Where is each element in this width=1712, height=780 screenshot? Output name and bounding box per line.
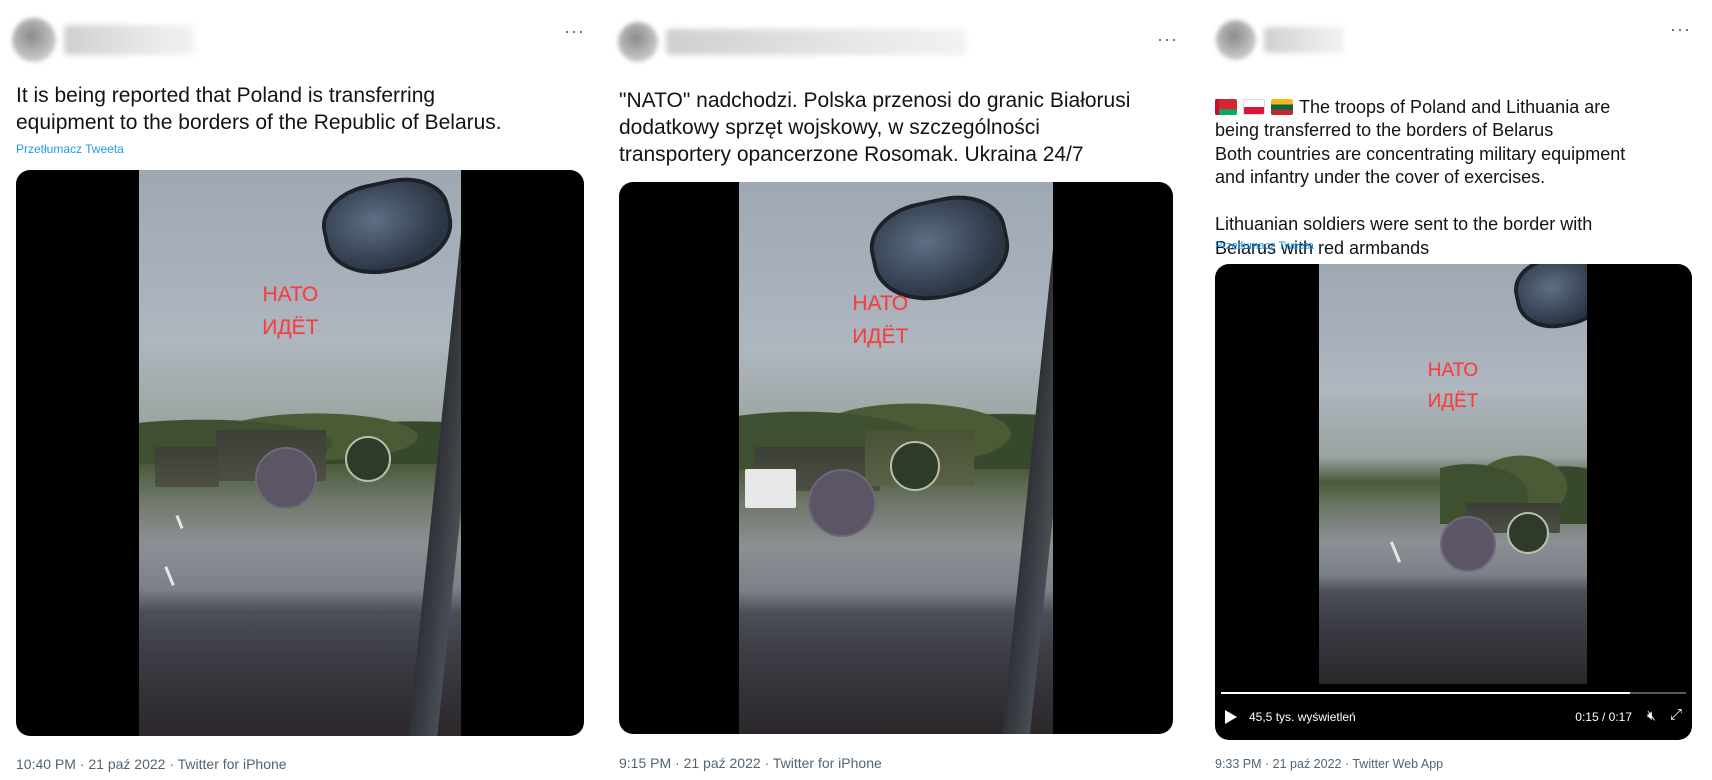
- view-count: 45,5 tys. wyświetleń: [1249, 710, 1356, 724]
- fullscreen-icon[interactable]: ⤢: [1670, 706, 1682, 723]
- video-overlay-text: НАТО ИДЁТ: [1407, 356, 1498, 417]
- tweet-text-rest: being transferred to the borders of Bela…: [1215, 120, 1626, 258]
- more-options-icon[interactable]: ···: [564, 22, 585, 40]
- video-time: 0:15 / 0:17: [1575, 710, 1632, 724]
- overlay-line-2: ИДЁТ: [262, 316, 319, 340]
- video-frame: НАТО ИДЁТ: [139, 170, 461, 736]
- military-trucks: [155, 447, 220, 487]
- tweet-3: ··· The troops of Poland and Lithuania a…: [1208, 0, 1712, 780]
- video-progress-bar[interactable]: [1221, 692, 1686, 694]
- avatar[interactable]: [618, 22, 658, 62]
- video-frame: НАТО ИДЁТ: [1319, 264, 1587, 684]
- video-frame: НАТО ИДЁТ: [739, 182, 1053, 734]
- author-header[interactable]: [1216, 20, 1344, 60]
- overlay-line-2: ИДЁТ: [852, 325, 909, 349]
- tweet-2: ··· "NATO" nadchodzi. Polska przenosi do…: [604, 0, 1204, 780]
- video-controls: 45,5 tys. wyświetleń 0:15 / 0:17 🔇︎ ⤢: [1215, 684, 1692, 740]
- translate-tweet-link[interactable]: Przetłumacz Tweeta: [16, 142, 124, 156]
- windshield-sticker: [345, 436, 392, 483]
- windshield-sticker: [1439, 516, 1496, 572]
- tweet-timestamp[interactable]: 10:40 PM · 21 paź 2022 · Twitter for iPh…: [16, 756, 287, 772]
- translate-tweet-link[interactable]: Przetłumacz Tweeta: [1215, 240, 1314, 252]
- windshield-sticker: [808, 469, 877, 538]
- overlay-line-2: ИДЁТ: [1427, 390, 1479, 412]
- video-progress-fill: [1221, 692, 1631, 694]
- video-player[interactable]: НАТО ИДЁТ: [16, 170, 584, 736]
- lithuania-flag-icon: [1271, 98, 1293, 115]
- rear-view-mirror: [314, 170, 460, 285]
- mute-icon[interactable]: 🔇︎: [1647, 707, 1656, 724]
- tweet-timestamp[interactable]: 9:33 PM · 21 paź 2022 · Twitter Web App: [1215, 757, 1443, 771]
- author-name-blurred: [64, 25, 194, 55]
- video-player[interactable]: НАТО ИДЁТ: [619, 182, 1173, 734]
- author-header[interactable]: [12, 18, 194, 62]
- windshield-sticker: [889, 441, 940, 492]
- road-marking: [175, 515, 184, 530]
- more-options-icon[interactable]: ···: [1670, 20, 1691, 38]
- windshield-sticker: [1506, 511, 1549, 554]
- poland-flag-icon: [1243, 98, 1265, 115]
- overlay-line-1: НАТО: [262, 282, 319, 306]
- tweet-text: It is being reported that Poland is tran…: [16, 84, 502, 134]
- author-name-blurred: [666, 29, 966, 55]
- tweet-text-line-1: The troops of Poland and Lithuania are: [1299, 96, 1611, 117]
- road-marking: [1390, 541, 1402, 563]
- overlay-line-1: НАТО: [852, 291, 909, 315]
- avatar[interactable]: [1216, 20, 1256, 60]
- windshield-sticker: [254, 447, 317, 510]
- white-car: [745, 469, 796, 508]
- video-overlay-text: НАТО ИДЁТ: [833, 287, 927, 354]
- video-overlay-text: НАТО ИДЁТ: [242, 278, 339, 345]
- video-player[interactable]: НАТО ИДЁТ 45,5 tys. wyświetleń 0:15 / 0:…: [1215, 264, 1692, 740]
- road-marking: [164, 566, 175, 587]
- overlay-line-1: НАТО: [1427, 360, 1479, 382]
- tweet-text: "NATO" nadchodzi. Polska przenosi do gra…: [619, 89, 1131, 166]
- author-name-blurred: [1264, 27, 1344, 53]
- more-options-icon[interactable]: ···: [1157, 30, 1178, 48]
- tweet-timestamp[interactable]: 9:15 PM · 21 paź 2022 · Twitter for iPho…: [619, 755, 882, 771]
- belarus-flag-icon: [1215, 98, 1237, 115]
- rear-view-mirror: [1508, 264, 1587, 336]
- author-header[interactable]: [618, 22, 966, 62]
- tweet-1: ··· It is being reported that Poland is …: [0, 0, 600, 780]
- avatar[interactable]: [12, 18, 56, 62]
- play-icon[interactable]: [1225, 710, 1237, 724]
